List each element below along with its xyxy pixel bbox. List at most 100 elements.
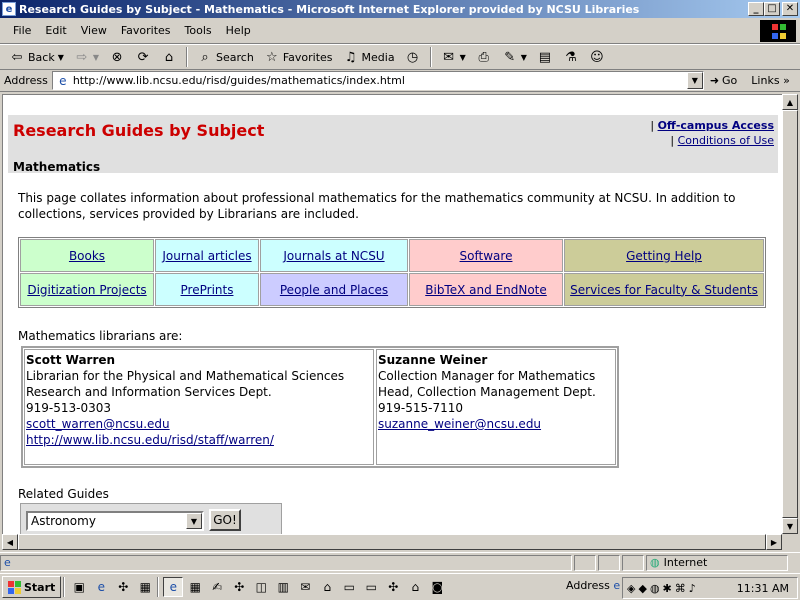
librarian-name: Scott Warren — [26, 353, 116, 367]
close-button[interactable]: ✕ — [782, 2, 798, 16]
menu-favorites[interactable]: Favorites — [114, 24, 178, 37]
task-button[interactable]: ◙ — [427, 577, 447, 597]
task-button[interactable]: ▦ — [185, 577, 205, 597]
history-button[interactable]: ◷ — [402, 46, 424, 68]
task-button[interactable]: ✣ — [229, 577, 249, 597]
librarian-card: Suzanne Weiner Collection Manager for Ma… — [376, 349, 616, 465]
start-label: Start — [24, 580, 56, 594]
address-bar: Address e ▼ ➜ Go Links » — [0, 70, 800, 92]
people-and-places-link[interactable]: People and Places — [280, 283, 388, 297]
menu-view[interactable]: View — [74, 24, 114, 37]
librarian-url-link[interactable]: http://www.lib.ncsu.edu/risd/staff/warre… — [26, 433, 274, 447]
vertical-scrollbar[interactable]: ▲ ▼ — [782, 94, 798, 534]
tray-icon[interactable]: ◈ — [627, 582, 635, 595]
favorites-label: Favorites — [282, 50, 333, 64]
start-button[interactable]: Start — [2, 576, 62, 598]
select-dropdown-button[interactable]: ▼ — [186, 513, 202, 529]
web-content: Research Guides by Subject Mathematics |… — [2, 94, 782, 534]
journal-articles-link[interactable]: Journal articles — [162, 249, 251, 263]
menu-edit[interactable]: Edit — [38, 24, 73, 37]
digitization-projects-link[interactable]: Digitization Projects — [27, 283, 146, 297]
messenger-button[interactable]: ☺ — [586, 46, 608, 68]
task-button[interactable]: ▥ — [273, 577, 293, 597]
librarian-card: Scott Warren Librarian for the Physical … — [24, 349, 374, 465]
related-guides-select[interactable]: Astronomy ▼ — [26, 511, 204, 531]
menu-help[interactable]: Help — [219, 24, 258, 37]
resource-grid: Books Journal articles Journals at NCSU … — [18, 237, 766, 308]
search-label: Search — [216, 50, 254, 64]
scroll-right-button[interactable]: ▶ — [766, 534, 782, 550]
folder-task-button[interactable]: ▭ — [361, 577, 381, 597]
tray-icon[interactable]: ◍ — [650, 582, 660, 595]
preprints-link[interactable]: PrePrints — [181, 283, 234, 297]
folder-task-button[interactable]: ▭ — [339, 577, 359, 597]
research-button[interactable]: ⚗ — [560, 46, 582, 68]
maximize-button[interactable]: □ — [764, 2, 780, 16]
window-title: Research Guides by Subject - Mathematics… — [19, 2, 640, 16]
related-go-button[interactable]: GO! — [209, 509, 241, 531]
menu-file[interactable]: File — [6, 24, 38, 37]
home-button[interactable]: ⌂ — [158, 46, 180, 68]
ie-quicklaunch-icon[interactable]: e — [91, 577, 111, 597]
back-button[interactable]: ⇦ Back ▼ — [6, 46, 67, 68]
forward-button[interactable]: ⇨ ▼ — [71, 46, 102, 68]
task-button[interactable]: ⌂ — [405, 577, 425, 597]
mail-button[interactable]: ✉ ▼ — [438, 46, 469, 68]
scroll-down-button[interactable]: ▼ — [782, 518, 798, 534]
offcampus-access-link[interactable]: Off-campus Access — [658, 119, 774, 132]
desktop-icon[interactable]: ▣ — [69, 577, 89, 597]
bibtex-endnote-link[interactable]: BibTeX and EndNote — [425, 283, 547, 297]
favorites-button[interactable]: ☆ Favorites — [261, 46, 336, 68]
app-quicklaunch-icon[interactable]: ✣ — [113, 577, 133, 597]
media-button[interactable]: ♫ Media — [340, 46, 398, 68]
scroll-left-button[interactable]: ◀ — [2, 534, 18, 550]
getting-help-link[interactable]: Getting Help — [626, 249, 702, 263]
taskbar-address-label[interactable]: Address e — [566, 579, 620, 592]
task-button[interactable]: ⌂ — [317, 577, 337, 597]
ie-task-button[interactable]: e — [163, 577, 184, 597]
chevron-right-icon: » — [783, 74, 790, 87]
librarian-email-link[interactable]: suzanne_weiner@ncsu.edu — [378, 417, 541, 431]
address-dropdown-button[interactable]: ▼ — [686, 72, 703, 89]
scroll-up-button[interactable]: ▲ — [782, 94, 798, 110]
volume-icon[interactable]: ♪ — [689, 582, 696, 595]
task-button[interactable]: ✉ — [295, 577, 315, 597]
conditions-of-use-link[interactable]: Conditions of Use — [678, 134, 774, 147]
librarian-dept: Research and Information Services Dept. — [26, 385, 272, 399]
grid-row: Books Journal articles Journals at NCSU … — [20, 239, 764, 272]
tray-icon[interactable]: ⌘ — [675, 582, 686, 595]
services-faculty-students-link[interactable]: Services for Faculty & Students — [570, 283, 758, 297]
dropdown-arrow-icon: ▼ — [57, 52, 64, 62]
tray-icon[interactable]: ◆ — [638, 582, 646, 595]
links-button[interactable]: Links » — [751, 74, 790, 87]
go-button[interactable]: ➜ Go — [710, 74, 737, 87]
history-icon: ◷ — [406, 49, 419, 65]
system-tray: ◈ ◆ ◍ ✱ ⌘ ♪ 11:31 AM — [622, 577, 798, 599]
horizontal-scrollbar[interactable]: ◀ ▶ — [2, 534, 782, 550]
app-quicklaunch-icon[interactable]: ▦ — [135, 577, 155, 597]
search-icon: ⌕ — [201, 49, 209, 65]
task-button[interactable]: ✣ — [383, 577, 403, 597]
books-link[interactable]: Books — [69, 249, 105, 263]
minimize-button[interactable]: _ — [748, 2, 764, 16]
software-link[interactable]: Software — [460, 249, 513, 263]
journals-at-ncsu-link[interactable]: Journals at NCSU — [283, 249, 384, 263]
discuss-button[interactable]: ▤ — [534, 46, 556, 68]
tray-icon[interactable]: ✱ — [663, 582, 672, 595]
page-subtitle: Mathematics — [13, 160, 101, 174]
librarian-email-link[interactable]: scott_warren@ncsu.edu — [26, 417, 170, 431]
search-button[interactable]: ⌕ Search — [194, 46, 257, 68]
menu-tools[interactable]: Tools — [178, 24, 219, 37]
task-button[interactable]: ◫ — [251, 577, 271, 597]
taskbar-separator — [63, 577, 66, 597]
print-button[interactable]: ⎙ — [473, 46, 495, 68]
scroll-thumb[interactable] — [782, 110, 798, 518]
clock[interactable]: 11:31 AM — [737, 582, 797, 595]
task-button[interactable]: ✍ — [207, 577, 227, 597]
taskbar: Start ▣ e ✣ ▦ e ▦ ✍ ✣ ◫ ▥ ✉ ⌂ ▭ ▭ ✣ ⌂ ◙ … — [0, 573, 800, 600]
edit-button[interactable]: ✎ ▼ — [499, 46, 530, 68]
horizontal-scroll-thumb[interactable] — [18, 534, 766, 550]
refresh-button[interactable]: ⟳ — [132, 46, 154, 68]
address-input[interactable] — [72, 72, 687, 89]
stop-button[interactable]: ⊗ — [106, 46, 128, 68]
